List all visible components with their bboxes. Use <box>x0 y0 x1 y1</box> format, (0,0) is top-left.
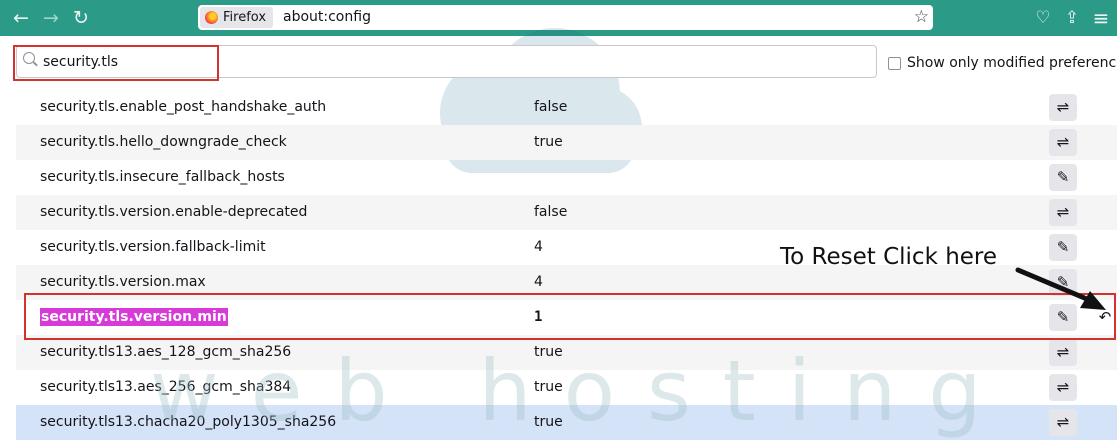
pref-name-text: security.tls.version.max <box>40 274 206 290</box>
identity-label: Firefox <box>223 10 267 25</box>
pref-name-text: security.tls13.chacha20_poly1305_sha256 <box>40 414 337 430</box>
toggle-button[interactable]: ⇌ <box>1049 199 1077 226</box>
pref-name-text: security.tls.version.enable-deprecated <box>40 204 308 220</box>
pref-value: false <box>534 99 568 115</box>
url-bar[interactable]: Firefox about:config ☆ <box>198 5 933 30</box>
identity-box[interactable]: Firefox <box>200 7 274 28</box>
pocket-icon[interactable]: ♡ <box>1030 5 1056 31</box>
pref-value: true <box>534 134 563 150</box>
url-text[interactable]: about:config <box>283 5 371 30</box>
pref-name-text: security.tls13.aes_128_gcm_sha256 <box>40 344 292 360</box>
forward-button[interactable]: → <box>38 5 64 31</box>
show-modified-label: Show only modified preferences <box>907 55 1117 71</box>
pref-row[interactable]: security.tls.insecure_fallback_hosts ✎ <box>16 160 1117 195</box>
toggle-button[interactable]: ⇌ <box>1049 409 1077 436</box>
pref-value: true <box>534 379 563 395</box>
pref-row[interactable]: security.tls.enable_post_handshake_auth f… <box>16 90 1117 125</box>
bookmark-star-icon[interactable]: ☆ <box>914 5 929 30</box>
pref-row[interactable]: security.tls.version.max 4 ✎ <box>16 265 1117 300</box>
share-icon[interactable]: ⇪ <box>1059 5 1085 31</box>
browser-toolbar: ← → ↻ Firefox about:config ☆ ♡ ⇪ ≡ <box>0 0 1117 36</box>
pref-row[interactable]: security.tls.hello_downgrade_check true ⇌ <box>16 125 1117 160</box>
pref-name-text: security.tls.version.fallback-limit <box>40 239 266 255</box>
pref-name-text: security.tls.hello_downgrade_check <box>40 134 287 150</box>
pref-value: true <box>534 344 563 360</box>
reset-annotation-label: To Reset Click here <box>780 244 998 270</box>
pref-row[interactable]: security.tls13.aes_128_gcm_sha256 true ⇌ <box>16 335 1117 370</box>
pref-value: 1 <box>534 309 543 325</box>
firefox-logo-icon <box>205 11 218 24</box>
toggle-button[interactable]: ⇌ <box>1049 339 1077 366</box>
edit-button[interactable]: ✎ <box>1049 304 1077 331</box>
pref-name: security.tls.version.min <box>40 300 228 335</box>
menu-icon[interactable]: ≡ <box>1088 5 1114 31</box>
pref-name: security.tls13.chacha20_poly1305_sha256 <box>40 405 336 440</box>
pref-value: 4 <box>534 239 543 255</box>
pref-name: security.tls.enable_post_handshake_auth <box>40 90 326 125</box>
pref-value: 4 <box>534 274 543 290</box>
toggle-button[interactable]: ⇌ <box>1049 129 1077 156</box>
pref-name: security.tls13.aes_256_gcm_sha384 <box>40 370 291 405</box>
reload-button[interactable]: ↻ <box>68 5 94 31</box>
pref-row[interactable]: security.tls13.aes_256_gcm_sha384 true ⇌ <box>16 370 1117 405</box>
edit-button[interactable]: ✎ <box>1049 269 1077 296</box>
back-button[interactable]: ← <box>8 5 34 31</box>
search-icon <box>23 52 35 64</box>
edit-button[interactable]: ✎ <box>1049 164 1077 191</box>
pref-row[interactable]: security.tls.version.enable-deprecated fa… <box>16 195 1117 230</box>
pref-name-text: security.tls.insecure_fallback_hosts <box>40 169 285 185</box>
pref-name: security.tls.hello_downgrade_check <box>40 125 287 160</box>
pref-name: security.tls.version.fallback-limit <box>40 230 266 265</box>
pref-name: security.tls.version.enable-deprecated <box>40 195 307 230</box>
pref-name-text: security.tls.version.min <box>40 308 228 326</box>
pref-value: false <box>534 204 568 220</box>
pref-name-text: security.tls.enable_post_handshake_auth <box>40 99 327 115</box>
search-input[interactable] <box>43 46 863 77</box>
show-modified-checkbox[interactable] <box>888 56 901 70</box>
edit-button[interactable]: ✎ <box>1049 234 1077 261</box>
pref-name-text: security.tls13.aes_256_gcm_sha384 <box>40 379 292 395</box>
pref-value: true <box>534 414 563 430</box>
toggle-button[interactable]: ⇌ <box>1049 94 1077 121</box>
show-modified-toggle[interactable]: Show only modified preferences <box>888 55 1117 71</box>
pref-name: security.tls.version.max <box>40 265 206 300</box>
toggle-button[interactable]: ⇌ <box>1049 374 1077 401</box>
pref-row[interactable]: security.tls13.chacha20_poly1305_sha256 t… <box>16 405 1117 440</box>
pref-name: security.tls13.aes_128_gcm_sha256 <box>40 335 291 370</box>
search-box[interactable] <box>16 45 877 78</box>
reset-button[interactable]: ↶ <box>1093 304 1117 331</box>
pref-name: security.tls.insecure_fallback_hosts <box>40 160 285 195</box>
pref-row[interactable]: security.tls.version.min 1 ✎ ↶ <box>16 300 1117 335</box>
